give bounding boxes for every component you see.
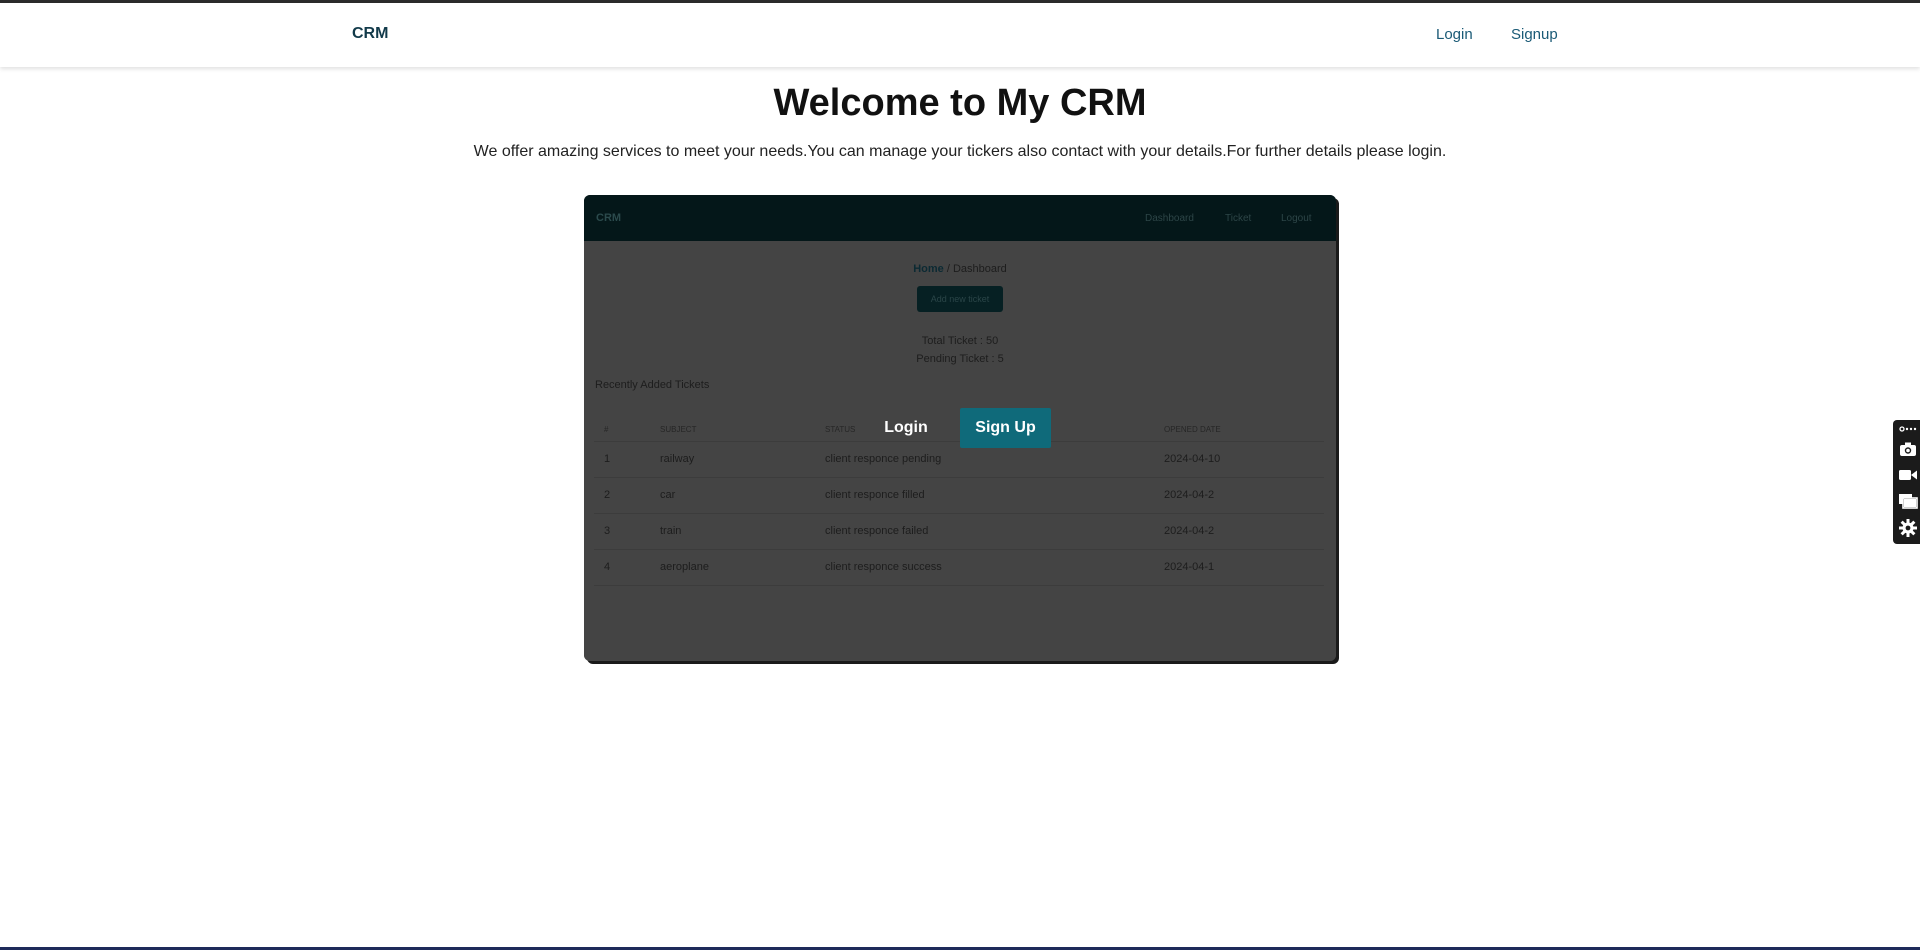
signup-button[interactable]: Sign Up [960, 408, 1051, 448]
table-header-cell: Subject [660, 425, 697, 434]
preview-add-ticket-button: Add new ticket [917, 286, 1003, 312]
page-title: Welcome to My CRM [773, 82, 1147, 124]
table-header-cell: Opened Date [1164, 425, 1221, 434]
video-icon[interactable] [1897, 465, 1919, 485]
table-cell: 2024-04-10 [1164, 453, 1221, 465]
table-cell: client responce success [825, 561, 942, 573]
login-button[interactable]: Login [874, 408, 938, 448]
preview-navbar: CRM Dashboard Ticket Logout [584, 195, 1336, 241]
table-header-cell: # [604, 425, 609, 434]
preview-nav-ticket: Ticket [1225, 213, 1252, 224]
table-cell: 2024-04-1 [1164, 561, 1215, 573]
table-cell: train [660, 525, 682, 537]
preview-ticket-table: # Subject Status Opened Date 1 railway c… [594, 416, 1324, 586]
table-header-row: # Subject Status Opened Date [594, 416, 1324, 442]
link-icon[interactable] [1897, 422, 1919, 436]
gear-icon[interactable] [1897, 518, 1919, 538]
table-cell: 1 [604, 453, 611, 465]
table-cell: client responce filled [825, 489, 925, 501]
table-row: 1 railway client responce pending 2024-0… [594, 442, 1324, 478]
windows-icon[interactable] [1897, 491, 1919, 511]
table-cell: 4 [604, 561, 611, 573]
preview-brand: CRM [596, 212, 622, 224]
table-cell: car [660, 489, 676, 501]
preview-breadcrumb-separator: / [943, 263, 953, 275]
table-header-cell: Status [825, 425, 856, 434]
brand-logo[interactable]: CRM [352, 25, 388, 43]
table-cell: 3 [604, 525, 611, 537]
table-cell: client responce pending [825, 453, 942, 465]
preview-breadcrumb: Home / Dashboard [584, 263, 1336, 275]
preview-recent-title: Recently Added Tickets [595, 379, 710, 391]
preview-body: Home / Dashboard Add new ticket Total Ti… [584, 241, 1336, 661]
preview-nav-dashboard: Dashboard [1145, 213, 1194, 224]
table-row: 3 train client responce failed 2024-04-2 [594, 514, 1324, 550]
preview-nav-logout: Logout [1281, 213, 1312, 224]
nav-login-link[interactable]: Login [1436, 26, 1473, 43]
side-toolbar [1893, 420, 1920, 544]
table-cell: client responce failed [825, 525, 929, 537]
navbar: CRM Login Signup [0, 3, 1920, 67]
table-cell: 2024-04-2 [1164, 489, 1215, 501]
preview-breadcrumb-home: Home [913, 263, 944, 275]
preview-total-ticket: Total Ticket : 50 [921, 335, 999, 347]
preview-breadcrumb-current: Dashboard [952, 263, 1007, 275]
table-row: 2 car client responce filled 2024-04-2 [594, 478, 1324, 514]
table-cell: 2024-04-2 [1164, 525, 1215, 537]
preview-pending-ticket: Pending Ticket : 5 [916, 353, 1004, 365]
table-cell: railway [660, 453, 695, 465]
page-subtitle: We offer amazing services to meet your n… [473, 143, 1447, 160]
table-row: 4 aeroplane client responce success 2024… [594, 550, 1324, 586]
nav-signup-link[interactable]: Signup [1511, 26, 1558, 43]
table-cell: 2 [604, 489, 611, 501]
camera-icon[interactable] [1897, 439, 1919, 459]
table-cell: aeroplane [660, 561, 709, 573]
